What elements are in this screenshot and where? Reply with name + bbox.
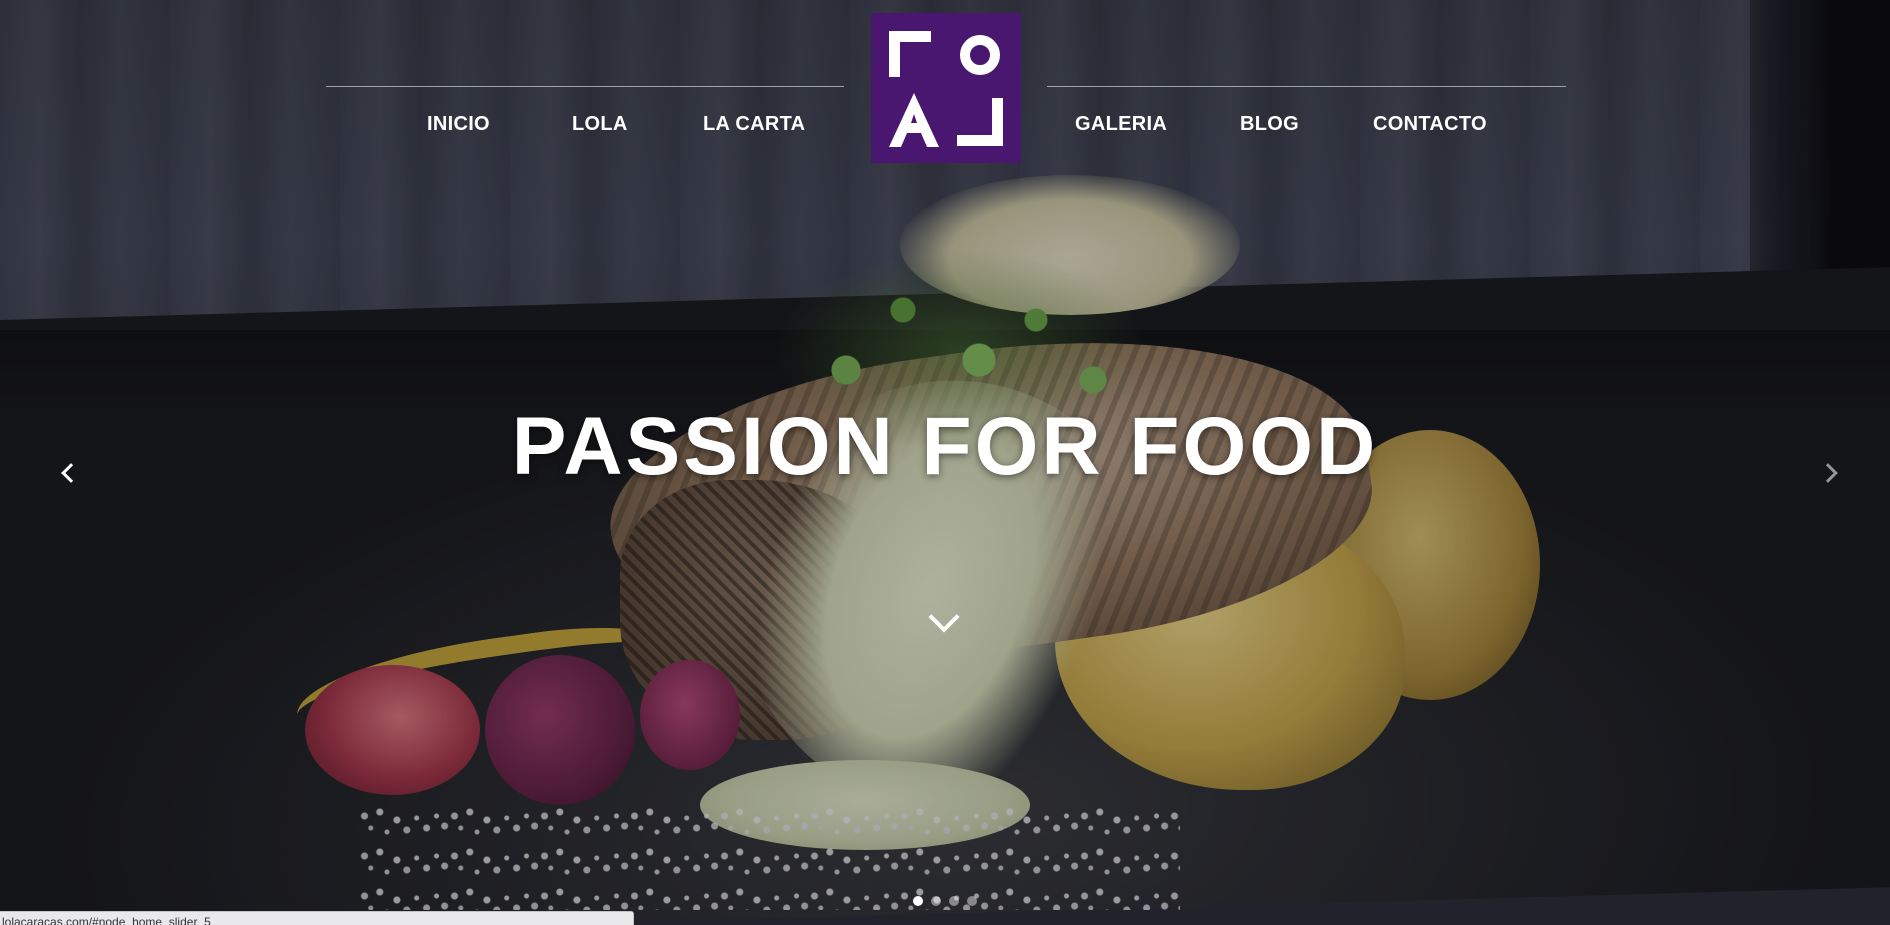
slider-dot-2[interactable] (931, 896, 941, 906)
chevron-right-icon (1818, 463, 1838, 483)
nav-link-inicio[interactable]: INICIO (427, 113, 490, 136)
chevron-down-icon (928, 601, 960, 633)
scroll-down-button[interactable] (925, 601, 965, 636)
nav-link-la-carta[interactable]: LA CARTA (703, 113, 805, 136)
lola-logo[interactable] (871, 13, 1021, 163)
nav-link-contacto[interactable]: CONTACTO (1373, 113, 1487, 136)
nav-link-galeria[interactable]: GALERIA (1075, 113, 1167, 136)
nav-link-lola[interactable]: LOLA (572, 113, 628, 136)
nav-link-blog[interactable]: BLOG (1240, 113, 1299, 136)
hero-title: PASSION FOR FOOD (511, 401, 1379, 492)
browser-status-bar: lolacaracas.com/#node_home_slider_5 (0, 911, 634, 925)
nav-divider-left (326, 86, 844, 87)
slider-dot-1[interactable] (913, 896, 923, 906)
slider-next-button[interactable] (1817, 458, 1847, 488)
slider-prev-button[interactable] (55, 458, 85, 488)
slider-pagination (913, 896, 977, 908)
slider-dot-3[interactable] (949, 896, 959, 906)
slider-dot-4[interactable] (967, 896, 977, 906)
chevron-left-icon (61, 463, 81, 483)
nav-divider-right (1047, 86, 1566, 87)
